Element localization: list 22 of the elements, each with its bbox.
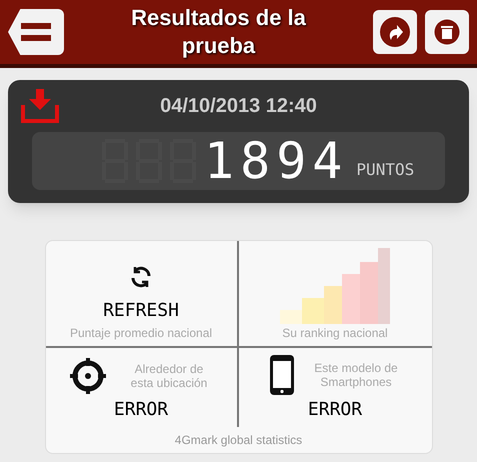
stat-label: Puntaje promedio nacional [70, 324, 212, 342]
download-button[interactable] [20, 88, 60, 124]
score-unit: PUNTOS [356, 159, 414, 181]
stat-value: ERROR [308, 398, 362, 422]
download-icon [21, 89, 59, 123]
stat-label: Alrededor de esta ubicación [130, 362, 208, 390]
delete-button[interactable] [425, 10, 469, 54]
menu-button[interactable] [8, 9, 64, 55]
trash-icon [434, 19, 460, 45]
stat-value: ERROR [114, 398, 168, 422]
refresh-icon [129, 264, 153, 288]
menu-icon [21, 21, 51, 43]
score-value: 1894 [204, 136, 348, 186]
stats-footer: 4Gmark global statistics [46, 427, 432, 453]
stat-label: Su ranking nacional [282, 324, 388, 342]
page-title: Resultados de la prueba [130, 4, 307, 60]
crosshair-icon [68, 356, 108, 396]
test-datetime: 04/10/2013 12:40 [159, 94, 318, 119]
smartphone-icon [269, 354, 295, 396]
share-button[interactable] [373, 10, 417, 54]
stat-label: Este modelo de Smartphones [313, 361, 399, 389]
stat-value: REFRESH [103, 298, 179, 322]
